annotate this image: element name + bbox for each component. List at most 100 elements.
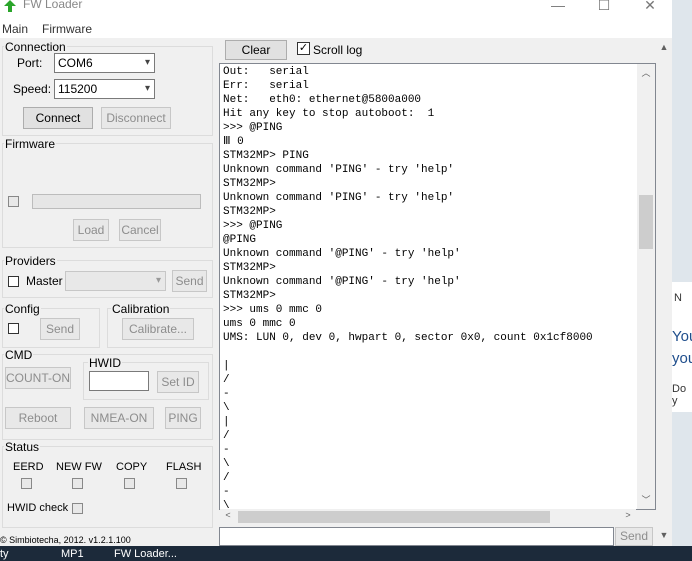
clear-button[interactable]: Clear bbox=[225, 40, 287, 60]
taskbar-item-1[interactable]: ty bbox=[0, 548, 9, 560]
load-button[interactable]: Load bbox=[73, 219, 109, 241]
status-eerd-indicator bbox=[21, 478, 32, 489]
status-label-new-fw: NEW FW bbox=[56, 461, 102, 473]
status-label-eerd: EERD bbox=[13, 461, 44, 473]
outer-scrollbar[interactable] bbox=[656, 40, 672, 545]
terminal-line: Unknown command '@PING' - try 'help' bbox=[223, 248, 461, 260]
terminal-output[interactable]: Out: serial Err: serial Net: eth0: etherne… bbox=[219, 63, 656, 510]
taskbar-item-2[interactable]: MP1 bbox=[61, 548, 84, 560]
background-dialog-text-2: You bbox=[672, 328, 692, 345]
providers-send-button[interactable]: Send bbox=[172, 270, 207, 292]
terminal-line: >>> ums 0 mmc 0 bbox=[223, 304, 323, 316]
speed-label: Speed: bbox=[13, 82, 52, 96]
hwid-check-indicator bbox=[72, 503, 83, 514]
status-group-label: Status bbox=[4, 440, 41, 454]
port-value: COM6 bbox=[58, 56, 93, 70]
terminal-line: Err: serial bbox=[223, 80, 309, 92]
close-button[interactable]: ✕ bbox=[640, 0, 660, 15]
cmd-group-label: CMD bbox=[4, 348, 34, 362]
maximize-button[interactable]: ☐ bbox=[594, 0, 614, 15]
terminal-line: STM32MP> bbox=[223, 178, 276, 190]
firmware-progress-bar bbox=[32, 194, 201, 209]
connect-button[interactable]: Connect bbox=[23, 107, 93, 129]
port-select[interactable]: COM6 ▾ bbox=[54, 53, 155, 73]
config-checkbox[interactable] bbox=[8, 323, 19, 334]
terminal-line: \ bbox=[223, 402, 230, 414]
master-checkbox[interactable] bbox=[8, 276, 19, 287]
menu-main[interactable]: Main bbox=[2, 22, 28, 36]
send-input[interactable] bbox=[219, 527, 614, 546]
scroll-log-label: Scroll log bbox=[313, 43, 363, 57]
chevron-down-icon[interactable]: ﹀ bbox=[637, 493, 655, 506]
speed-select[interactable]: 115200 ▾ bbox=[54, 79, 155, 99]
master-select[interactable]: ▾ bbox=[65, 271, 166, 291]
terminal-line: / bbox=[223, 374, 230, 386]
chevron-down-icon: ▾ bbox=[155, 275, 161, 286]
terminal-line: | bbox=[223, 360, 230, 372]
menu-firmware[interactable]: Firmware bbox=[42, 22, 92, 36]
terminal-line: / bbox=[223, 472, 230, 484]
terminal-line: STM32MP> bbox=[223, 262, 276, 274]
master-label: Master bbox=[26, 274, 63, 288]
calibrate-button[interactable]: Calibrate... bbox=[122, 318, 194, 340]
taskbar bbox=[0, 546, 692, 561]
status-flash-indicator bbox=[176, 478, 187, 489]
terminal-line: / bbox=[223, 430, 230, 442]
nmea-on-button[interactable]: NMEA-ON bbox=[84, 407, 154, 429]
chevron-up-icon[interactable]: ︿ bbox=[637, 66, 655, 79]
count-on-button[interactable]: COUNT-ON bbox=[5, 367, 71, 389]
reboot-button[interactable]: Reboot bbox=[5, 407, 71, 429]
firmware-checkbox[interactable] bbox=[8, 196, 19, 207]
chevron-left-icon[interactable]: < bbox=[222, 510, 234, 520]
status-label-copy: COPY bbox=[116, 461, 148, 473]
cancel-button[interactable]: Cancel bbox=[119, 219, 161, 241]
terminal-text: Out: serial Err: serial Net: eth0: etherne… bbox=[223, 65, 593, 509]
terminal-line: Hit any key to stop autoboot: 1 bbox=[223, 108, 435, 120]
ping-button[interactable]: PING bbox=[165, 407, 201, 429]
terminal-line: STM32MP> bbox=[223, 290, 276, 302]
hwid-group-label: HWID bbox=[88, 356, 122, 370]
status-new-fw-indicator bbox=[72, 478, 83, 489]
terminal-line: Out: serial bbox=[223, 66, 309, 78]
disconnect-button[interactable]: Disconnect bbox=[101, 107, 171, 129]
terminal-line: Unknown command 'PING' - try 'help' bbox=[223, 164, 455, 176]
terminal-vscrollbar[interactable] bbox=[637, 64, 655, 509]
menu-bar bbox=[0, 18, 672, 38]
status-copy-indicator bbox=[124, 478, 135, 489]
terminal-line: - bbox=[223, 486, 230, 498]
background-window bbox=[672, 0, 692, 546]
terminal-hscroll-thumb[interactable] bbox=[238, 511, 550, 523]
providers-group-label: Providers bbox=[4, 254, 57, 268]
send-button[interactable]: Send bbox=[615, 527, 653, 546]
port-label: Port: bbox=[17, 56, 43, 70]
terminal-line: - bbox=[223, 444, 230, 456]
terminal-line: \ bbox=[223, 458, 230, 470]
set-id-button[interactable]: Set ID bbox=[157, 371, 199, 393]
hwid-input[interactable] bbox=[89, 371, 149, 391]
footer-copyright: © Simbiotecha, 2012. v1.2.1.100 bbox=[0, 535, 131, 545]
scroll-down-arrow-icon[interactable]: ▼ bbox=[656, 530, 672, 540]
terminal-line: ums 0 mmc 0 bbox=[223, 318, 296, 330]
taskbar-item-3[interactable]: FW Loader... bbox=[114, 548, 177, 560]
speed-value: 115200 bbox=[58, 82, 98, 96]
calibration-group-label: Calibration bbox=[111, 302, 171, 316]
terminal-line: @PING bbox=[223, 234, 257, 246]
terminal-line: | bbox=[223, 416, 230, 428]
background-dialog-text-1: N bbox=[674, 292, 682, 304]
terminal-line: Unknown command '@PING' - try 'help' bbox=[223, 276, 461, 288]
hwid-check-label: HWID check bbox=[7, 502, 69, 514]
chevron-down-icon: ▾ bbox=[144, 57, 150, 68]
terminal-line: Net: eth0: ethernet@5800a000 bbox=[223, 94, 422, 106]
app-icon bbox=[4, 0, 16, 12]
status-label-flash: FLASH bbox=[166, 461, 202, 473]
minimize-button[interactable]: — bbox=[548, 0, 568, 15]
terminal-line: Unknown command 'PING' - try 'help' bbox=[223, 192, 455, 204]
terminal-line: STM32MP> PING bbox=[223, 150, 309, 162]
scroll-up-arrow-icon[interactable]: ▲ bbox=[656, 42, 672, 52]
window-title: FW Loader bbox=[23, 0, 83, 11]
chevron-right-icon[interactable]: > bbox=[622, 510, 634, 520]
scroll-log-checkbox[interactable]: ✓ bbox=[297, 42, 310, 55]
chevron-down-icon: ▾ bbox=[144, 83, 150, 94]
terminal-vscroll-thumb[interactable] bbox=[639, 195, 653, 249]
config-send-button[interactable]: Send bbox=[40, 318, 80, 340]
